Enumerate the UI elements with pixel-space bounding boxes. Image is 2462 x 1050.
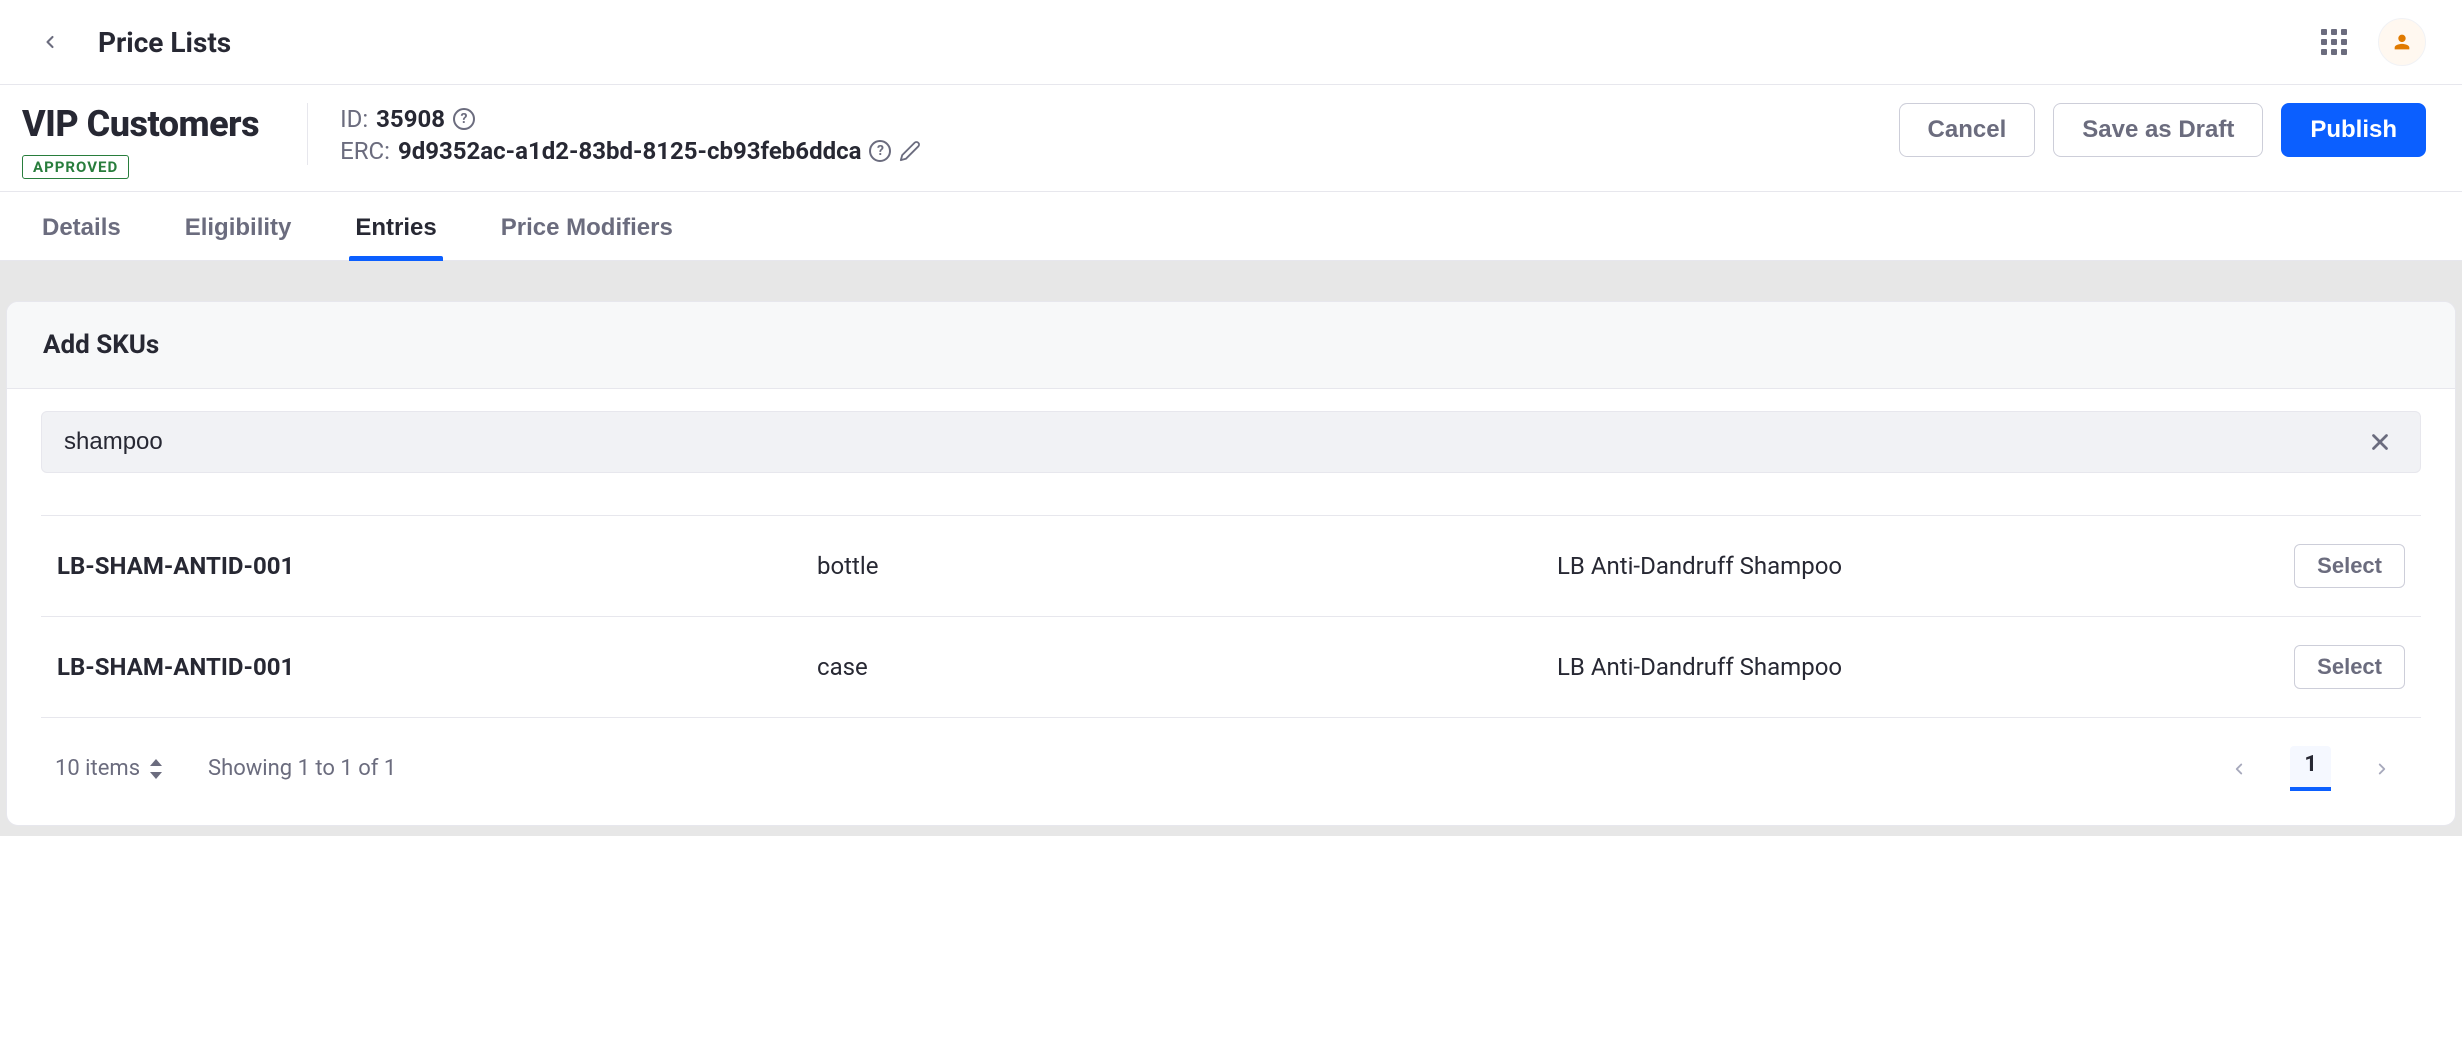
topbar-left: Price Lists — [30, 22, 231, 62]
back-button[interactable] — [30, 22, 70, 62]
sku-cell: LB-SHAM-ANTID-001 — [57, 552, 797, 580]
edit-icon[interactable] — [899, 140, 921, 162]
erc-label: ERC: — [340, 137, 390, 165]
action-cell: Select — [2265, 544, 2405, 588]
page-size-dropdown[interactable]: 10 items — [55, 756, 164, 781]
results-list: LB-SHAM-ANTID-001 bottle LB Anti-Dandruf… — [41, 515, 2421, 718]
result-row: LB-SHAM-ANTID-001 case LB Anti-Dandruff … — [41, 617, 2421, 718]
page-header: VIP Customers APPROVED ID: 35908 ? ERC: … — [0, 85, 2462, 192]
select-button[interactable]: Select — [2294, 645, 2405, 689]
clear-search-button[interactable] — [2362, 424, 2398, 460]
erc-row: ERC: 9d9352ac-a1d2-83bd-8125-cb93feb6ddc… — [340, 137, 921, 165]
id-value: 35908 — [376, 105, 445, 133]
search-wrap — [41, 411, 2421, 473]
name-cell: LB Anti-Dandruff Shampoo — [1557, 552, 2245, 580]
sku-search-input[interactable] — [64, 428, 2362, 456]
content-area: Add SKUs LB-SHAM-ANTID-001 bottle LB Ant… — [0, 261, 2462, 836]
cancel-button[interactable]: Cancel — [1899, 103, 2036, 157]
chevron-left-icon — [2230, 760, 2248, 778]
tab-eligibility[interactable]: Eligibility — [179, 192, 298, 260]
close-icon — [2367, 429, 2393, 455]
breadcrumb-title: Price Lists — [98, 26, 231, 59]
list-footer: 10 items Showing 1 to 1 of 1 1 — [41, 718, 2421, 797]
result-row: LB-SHAM-ANTID-001 bottle LB Anti-Dandruf… — [41, 515, 2421, 617]
panel-body: LB-SHAM-ANTID-001 bottle LB Anti-Dandruf… — [7, 389, 2455, 825]
user-avatar-button[interactable] — [2378, 18, 2426, 66]
pagination: 1 — [2224, 746, 2407, 791]
save-draft-button[interactable]: Save as Draft — [2053, 103, 2263, 157]
meta-block: ID: 35908 ? ERC: 9d9352ac-a1d2-83bd-8125… — [307, 103, 921, 165]
tab-details[interactable]: Details — [36, 192, 127, 260]
select-button[interactable]: Select — [2294, 544, 2405, 588]
chevron-left-icon — [40, 32, 60, 52]
apps-grid-icon — [2321, 29, 2347, 55]
page-size-label: 10 items — [55, 756, 140, 781]
chevron-right-icon — [2373, 760, 2391, 778]
add-skus-panel: Add SKUs LB-SHAM-ANTID-001 bottle LB Ant… — [6, 301, 2456, 826]
panel-title: Add SKUs — [43, 330, 2419, 360]
current-page[interactable]: 1 — [2290, 746, 2331, 791]
apps-button[interactable] — [2314, 22, 2354, 62]
tab-price-modifiers[interactable]: Price Modifiers — [495, 192, 679, 260]
topbar: Price Lists — [0, 0, 2462, 85]
help-icon[interactable]: ? — [453, 108, 475, 130]
help-icon[interactable]: ? — [869, 140, 891, 162]
title-block: VIP Customers APPROVED — [22, 103, 259, 179]
id-label: ID: — [340, 105, 368, 133]
next-page-button[interactable] — [2367, 754, 2397, 784]
action-cell: Select — [2265, 645, 2405, 689]
unit-cell: case — [817, 653, 1537, 681]
id-row: ID: 35908 ? — [340, 105, 921, 133]
showing-text: Showing 1 to 1 of 1 — [208, 756, 396, 781]
tabs: Details Eligibility Entries Price Modifi… — [0, 192, 2462, 261]
topbar-right — [2314, 18, 2426, 66]
status-badge: APPROVED — [22, 155, 129, 179]
user-icon — [2391, 31, 2413, 53]
unit-cell: bottle — [817, 552, 1537, 580]
erc-value: 9d9352ac-a1d2-83bd-8125-cb93feb6ddca — [398, 137, 862, 165]
list-footer-left: 10 items Showing 1 to 1 of 1 — [55, 756, 396, 781]
prev-page-button[interactable] — [2224, 754, 2254, 784]
tab-entries[interactable]: Entries — [349, 192, 442, 260]
publish-button[interactable]: Publish — [2281, 103, 2426, 157]
name-cell: LB Anti-Dandruff Shampoo — [1557, 653, 2245, 681]
sku-cell: LB-SHAM-ANTID-001 — [57, 653, 797, 681]
header-left: VIP Customers APPROVED ID: 35908 ? ERC: … — [22, 103, 921, 179]
header-actions: Cancel Save as Draft Publish — [1899, 103, 2426, 157]
panel-header: Add SKUs — [7, 302, 2455, 389]
sort-arrows-icon — [150, 759, 164, 779]
page-title: VIP Customers — [22, 103, 259, 145]
